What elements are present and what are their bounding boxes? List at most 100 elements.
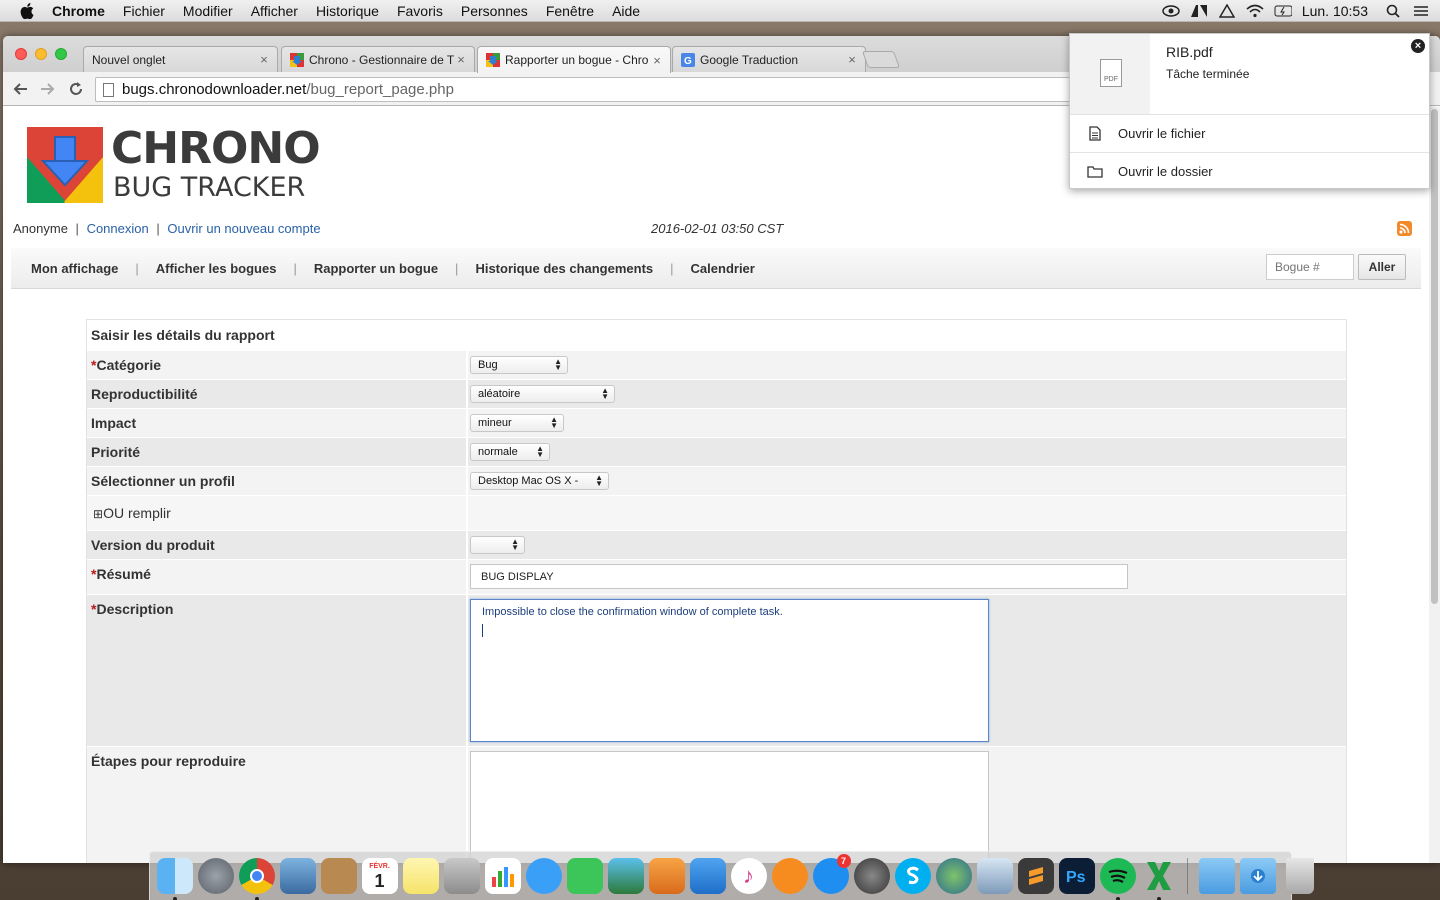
menu-favoris[interactable]: Favoris	[397, 3, 443, 19]
category-label: *Catégorie	[87, 351, 468, 379]
sublime-text-icon[interactable]	[1017, 858, 1054, 894]
spotify-icon[interactable]	[1099, 858, 1136, 900]
signup-link[interactable]: Ouvrir un nouveau compte	[167, 221, 320, 236]
nav-change-log[interactable]: Historique des changements	[458, 261, 670, 276]
calendar-icon[interactable]: FÉVR. 1	[361, 858, 398, 894]
ibooks-icon[interactable]	[771, 858, 808, 894]
category-select[interactable]: Bug ▲ ▼	[470, 356, 568, 374]
messages-icon[interactable]	[525, 858, 562, 894]
wifi-icon[interactable]	[1246, 4, 1264, 18]
facetime-icon[interactable]	[566, 858, 603, 894]
download-file-area[interactable]: PDF	[1070, 34, 1150, 114]
chrono-logo[interactable]: CHRONO BUG TRACKER	[27, 123, 321, 208]
new-tab-button[interactable]	[861, 51, 901, 68]
creative-cloud-icon[interactable]	[1162, 4, 1180, 18]
contacts-icon[interactable]	[320, 858, 357, 894]
nav-report-issue[interactable]: Rapporter un bogue	[297, 261, 455, 276]
steps-textarea[interactable]	[470, 751, 989, 863]
spotlight-icon[interactable]	[1384, 4, 1402, 18]
report-form: Saisir les détails du rapport *Catégorie…	[86, 319, 1347, 863]
system-preferences-icon[interactable]	[853, 858, 890, 894]
go-button[interactable]: Aller	[1358, 254, 1406, 280]
numbers-icon[interactable]	[484, 858, 521, 894]
description-textarea[interactable]: Impossible to close the confirmation win…	[470, 599, 989, 742]
row-or-fill: ⊞OU remplir	[87, 495, 1346, 530]
chrome-icon[interactable]	[238, 858, 275, 900]
window-zoom-button[interactable]	[55, 48, 67, 60]
apple-icon[interactable]	[18, 2, 36, 19]
impact-select[interactable]: mineur ▲ ▼	[470, 414, 564, 432]
menu-modifier[interactable]: Modifier	[183, 3, 233, 19]
tab-google-translate[interactable]: G Google Traduction ×	[672, 46, 866, 72]
downloads-folder-icon[interactable]	[1239, 858, 1276, 894]
applications-folder-icon[interactable]	[1198, 858, 1235, 894]
close-icon[interactable]: ×	[1411, 39, 1425, 53]
skype-icon[interactable]	[894, 858, 931, 894]
menu-clock[interactable]: Lun. 10:53	[1302, 3, 1368, 19]
priority-select[interactable]: normale ▲ ▼	[470, 443, 550, 461]
bug-number-input[interactable]	[1266, 254, 1354, 280]
back-arrow-icon[interactable]	[11, 80, 29, 98]
trash-icon[interactable]	[1286, 858, 1314, 894]
chrono-favicon-icon	[486, 53, 500, 67]
reload-icon[interactable]	[67, 80, 85, 98]
rss-icon[interactable]	[1397, 221, 1412, 236]
iphoto-icon[interactable]	[607, 858, 644, 894]
itunes-icon[interactable]: ♪	[730, 858, 767, 894]
app-store-icon[interactable]: 7	[812, 854, 851, 894]
summary-input[interactable]	[470, 564, 1128, 589]
row-impact: Impact mineur ▲ ▼	[87, 408, 1346, 437]
scrollbar-thumb[interactable]	[1431, 109, 1438, 604]
tab-close-icon[interactable]: ×	[257, 52, 271, 67]
tab-close-icon[interactable]: ×	[845, 52, 859, 67]
tab-close-icon[interactable]: ×	[454, 52, 468, 67]
menu-fenetre[interactable]: Fenêtre	[546, 3, 594, 19]
menu-personnes[interactable]: Personnes	[461, 3, 528, 19]
excel-icon[interactable]	[1141, 858, 1177, 900]
finder-icon[interactable]	[156, 858, 193, 900]
login-link[interactable]: Connexion	[87, 221, 149, 236]
open-file-item[interactable]: Ouvrir le fichier	[1070, 114, 1429, 152]
open-folder-label: Ouvrir le dossier	[1118, 164, 1213, 179]
tab-chrono-manager[interactable]: Chrono - Gestionnaire de T ×	[281, 46, 475, 72]
page-scrollbar[interactable]	[1429, 107, 1440, 863]
tab-new-tab[interactable]: Nouvel onglet ×	[83, 46, 278, 72]
network-utility-icon[interactable]	[935, 858, 972, 894]
notification-center-icon[interactable]	[1412, 4, 1430, 18]
logo-sub-text: BUG TRACKER	[113, 172, 306, 203]
nav-my-view[interactable]: Mon affichage	[11, 261, 135, 276]
open-folder-item[interactable]: Ouvrir le dossier	[1070, 152, 1429, 190]
photo-booth-icon[interactable]	[443, 858, 480, 894]
menu-app-chrome[interactable]: Chrome	[52, 3, 105, 19]
tab-close-icon[interactable]: ×	[650, 53, 664, 68]
photoshop-icon[interactable]: Ps	[1058, 858, 1095, 894]
user-line: Anonyme | Connexion | Ouvrir un nouveau …	[13, 221, 321, 236]
notes-icon[interactable]	[402, 858, 439, 894]
page-icon	[103, 83, 114, 97]
version-select[interactable]: ▲ ▼	[470, 536, 525, 554]
address-bar[interactable]: bugs.chronodownloader.net/bug_report_pag…	[95, 77, 1095, 102]
menu-aide[interactable]: Aide	[612, 3, 640, 19]
menu-historique[interactable]: Historique	[316, 3, 379, 19]
pages-icon[interactable]	[648, 858, 685, 894]
keynote-icon[interactable]	[689, 858, 726, 894]
nav-view-issues[interactable]: Afficher les bogues	[139, 261, 294, 276]
download-filename[interactable]: RIB.pdf	[1166, 44, 1213, 60]
or-fill-toggle[interactable]: ⊞OU remplir	[87, 496, 468, 530]
window-minimize-button[interactable]	[35, 48, 47, 60]
forward-arrow-icon[interactable]	[39, 80, 57, 98]
launchpad-icon[interactable]	[197, 858, 234, 894]
reproducibility-select[interactable]: aléatoire ▲ ▼	[470, 385, 615, 403]
profile-select[interactable]: Desktop Mac OS X - ▲ ▼	[470, 472, 609, 490]
nav-calendar[interactable]: Calendrier	[674, 261, 772, 276]
menu-fichier[interactable]: Fichier	[123, 3, 165, 19]
drive-icon[interactable]	[1218, 4, 1236, 18]
window-close-button[interactable]	[15, 48, 27, 60]
tab-report-bug[interactable]: Rapporter un bogue - Chro ×	[477, 46, 671, 73]
xcode-instruments-icon[interactable]	[976, 858, 1013, 894]
user-separator: |	[156, 221, 160, 236]
battery-icon[interactable]	[1274, 4, 1292, 18]
menu-afficher[interactable]: Afficher	[251, 3, 298, 19]
adobe-icon[interactable]	[1190, 4, 1208, 18]
preview-icon[interactable]	[279, 858, 316, 894]
